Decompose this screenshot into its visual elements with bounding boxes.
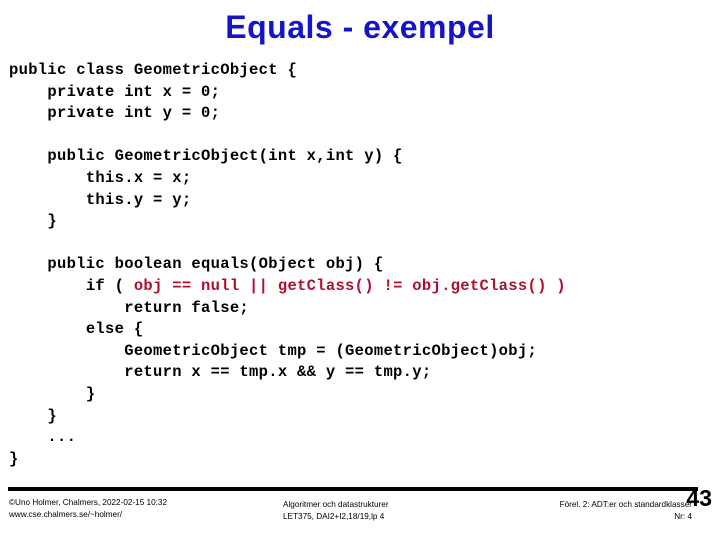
code-text: GeometricObject tmp = (GeometricObject)o…: [124, 341, 538, 360]
code-line: this.y = y;: [9, 190, 711, 212]
code-text: return x == tmp.x && y == tmp.y;: [124, 363, 432, 382]
code-text: public boolean equals(Object obj) {: [47, 255, 384, 274]
code-line: public boolean equals(Object obj) {: [9, 254, 711, 276]
code-listing: public class GeometricObject { private i…: [9, 60, 711, 470]
footer-course-block: Algoritmer och datastrukturer LET375, DA…: [283, 499, 389, 522]
footer-lecture-block: Förel. 2: ADT:er och standardklasser Nr:…: [412, 499, 692, 522]
code-line: public class GeometricObject {: [9, 60, 711, 82]
code-line: this.x = x;: [9, 168, 711, 190]
code-text: }: [85, 384, 96, 403]
code-text: this.x = x;: [85, 168, 192, 187]
code-line: private int x = 0;: [9, 82, 711, 104]
code-text: public GeometricObject(int x,int y) {: [47, 147, 403, 166]
code-text: if (: [85, 276, 134, 295]
code-text: private int x = 0;: [47, 82, 221, 101]
code-highlight: obj == null || getClass() != obj.getClas…: [133, 276, 566, 295]
footer-author-line: ©Uno Holmer, Chalmers, 2022-02-15 10:32: [9, 498, 168, 507]
code-text: }: [47, 212, 58, 231]
footer-divider: [8, 487, 698, 491]
code-line: return x == tmp.x && y == tmp.y;: [9, 362, 711, 384]
footer-course-name: Algoritmer och datastrukturer: [283, 500, 389, 509]
code-line: private int y = 0;: [9, 103, 711, 125]
code-line: else {: [9, 319, 711, 341]
code-line: }: [9, 384, 711, 406]
code-line: ...: [9, 427, 711, 449]
footer-lecture-title: Förel. 2: ADT:er och standardklasser: [559, 500, 692, 509]
code-line: return false;: [9, 298, 711, 320]
code-line: if ( obj == null || getClass() != obj.ge…: [9, 276, 711, 298]
code-line: }: [9, 406, 711, 428]
code-text: }: [47, 406, 58, 425]
code-text: else {: [85, 320, 144, 339]
code-text: return false;: [124, 298, 250, 317]
code-text: this.y = y;: [85, 190, 192, 209]
footer-website-line: www.cse.chalmers.se/~holmer/: [9, 509, 123, 519]
footer-author-block: ©Uno Holmer, Chalmers, 2022-02-15 10:32 …: [9, 497, 167, 520]
code-text: ...: [47, 428, 77, 447]
code-text: private int y = 0;: [47, 104, 221, 123]
code-line: GeometricObject tmp = (GeometricObject)o…: [9, 341, 711, 363]
code-line: }: [9, 449, 711, 471]
code-text: }: [9, 449, 19, 468]
code-text: public class GeometricObject {: [9, 61, 298, 79]
code-line: }: [9, 211, 711, 233]
footer-course-code: LET375, DAI2+I2,18/19,lp 4: [283, 511, 385, 521]
code-line: public GeometricObject(int x,int y) {: [9, 146, 711, 168]
page-number: 43: [686, 485, 712, 511]
page-title: Equals - exempel: [225, 9, 495, 45]
footer-lecture-number: Nr: 4: [674, 511, 692, 521]
